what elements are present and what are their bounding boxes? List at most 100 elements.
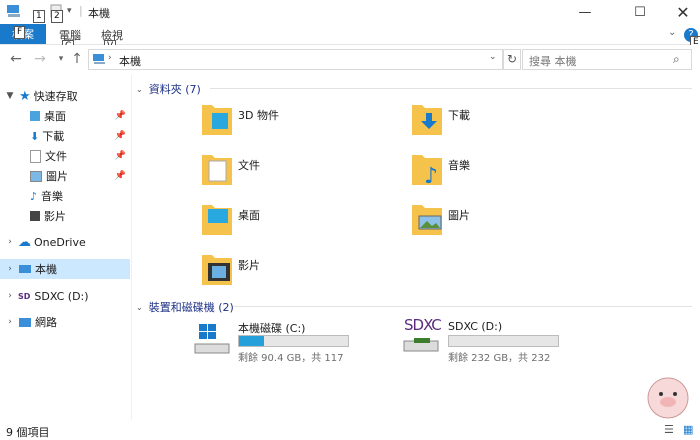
this-pc-icon [19,265,31,273]
nav-onedrive[interactable]: › ☁ OneDrive [0,232,130,252]
nav-quick-access[interactable]: ▼ ★ 快速存取 [0,86,130,106]
item-count: 9 個項目 [6,426,50,439]
folders-header-label: 資料夾 (7) [148,83,201,96]
drive-d[interactable]: SDXC SDXC (D:) 剩餘 232 GB，共 232 [402,316,562,364]
folder-download-icon [412,105,442,135]
status-bar: 9 個項目 ☰ ▦ [0,422,700,440]
folder-label: 桌面 [238,209,260,222]
windows-drive-icon [194,324,230,354]
drive-c-label: 本機磁碟 (C:) [238,322,306,335]
drive-d-usage-bar [448,335,559,347]
pin-icon[interactable]: 📌 [115,131,126,141]
nav-network[interactable]: › 網路 [0,312,130,332]
chevron-right-icon[interactable]: › [4,237,16,247]
nav-desktop[interactable]: 桌面 📌 [0,106,130,126]
large-icons-view-icon[interactable]: ▦ [683,423,693,436]
folder-label: 文件 [238,159,260,172]
chevron-right-icon[interactable]: › [4,264,16,274]
svg-text:♪: ♪ [424,164,438,187]
drive-d-free-space: 剩餘 232 GB，共 232 [448,353,551,364]
drive-c-usage-bar [238,335,349,347]
address-bar[interactable]: › 本機 ⌄ [88,49,503,70]
address-dropdown-icon[interactable]: ⌄ [489,52,497,62]
picture-icon [30,170,42,182]
folder-label: 下載 [448,109,470,122]
nav-quick-access-label: 快速存取 [33,90,78,103]
chevron-down-icon[interactable]: ▼ [4,91,16,101]
nav-videos-label: 影片 [44,210,66,223]
folder-3d-objects[interactable]: 3D 物件 [200,101,279,140]
folder-music[interactable]: ♪ 音樂 [410,151,470,190]
qat-dropdown-icon[interactable]: ▾ [67,6,72,16]
nav-downloads[interactable]: ⬇ 下載 📌 [0,126,130,146]
folder-downloads[interactable]: 下載 [410,101,470,140]
folder-desktop-icon [202,205,232,235]
nav-network-label: 網路 [35,316,57,329]
nav-this-pc-label: 本機 [35,263,57,276]
folder-pictures[interactable]: 圖片 [410,201,470,240]
nav-documents[interactable]: 文件 📌 [0,146,130,166]
drives-group-header[interactable]: ⌄ 裝置和磁碟機 (2) [136,299,234,315]
nav-desktop-label: 桌面 [44,110,66,123]
search-icon[interactable]: ⌕ [673,52,680,67]
pin-icon[interactable]: 📌 [115,171,126,181]
chevron-down-icon[interactable]: ⌄ [136,303,143,312]
network-icon [19,317,31,327]
group-divider [234,306,692,307]
folder-picture-icon [412,205,442,235]
title-bar: 1 2 ▾ | 本機 — ☐ ✕ [0,0,700,24]
drives-header-label: 裝置和磁碟機 (2) [148,301,234,314]
folder-3d-icon [202,105,232,135]
folder-video-icon [202,255,232,285]
folder-label: 圖片 [448,209,470,222]
nav-this-pc[interactable]: › 本機 [0,259,130,279]
folder-document-icon [202,155,232,185]
folder-label: 3D 物件 [238,109,279,122]
breadcrumb[interactable]: 本機 [119,53,141,69]
nav-pictures[interactable]: 圖片 📌 [0,166,130,186]
nav-sdxc[interactable]: › SD SDXC (D:) [0,286,130,306]
back-button[interactable]: ← [7,50,25,68]
pane-divider[interactable] [131,75,132,420]
nav-downloads-label: 下載 [42,130,65,143]
drive-c[interactable]: 本機磁碟 (C:) 剩餘 90.4 GB，共 117 [193,318,353,364]
desktop-icon [30,111,40,121]
details-view-icon[interactable]: ☰ [664,423,674,436]
search-input[interactable]: 搜尋 本機 [529,53,577,69]
pin-icon[interactable]: 📌 [115,111,126,121]
sdxc-logo-icon: SDXC [404,316,442,334]
drive-c-usage-fill [239,336,265,346]
sdxc-icon: SD [18,291,31,301]
folder-desktop[interactable]: 桌面 [200,201,260,240]
nav-music[interactable]: ♪ 音樂 [0,186,130,206]
chevron-down-icon[interactable]: ⌄ [136,85,143,94]
drive-d-label: SDXC (D:) [448,320,503,333]
chevron-right-icon[interactable]: › [4,317,16,327]
nav-videos[interactable]: 影片 [0,206,130,226]
nav-music-label: 音樂 [41,190,64,203]
ribbon-expand-icon[interactable]: ⌄ [668,27,676,38]
window-title: 本機 [88,7,110,20]
search-box[interactable]: 搜尋 本機 ⌕ [522,49,692,70]
group-divider [210,88,692,89]
music-icon: ♪ [30,189,38,203]
forward-button[interactable]: → [31,50,49,68]
pin-icon[interactable]: 📌 [115,151,126,161]
up-button[interactable]: ↑ [68,50,86,68]
nav-pictures-label: 圖片 [46,170,68,183]
cloud-icon: ☁ [18,234,31,250]
sd-drive-icon [403,338,439,352]
minimize-button[interactable]: — [562,0,608,24]
maximize-button[interactable]: ☐ [617,0,663,24]
folder-documents[interactable]: 文件 [200,151,260,190]
folders-group-header[interactable]: ⌄ 資料夾 (7) [136,81,201,97]
nav-sdxc-label: SDXC (D:) [34,289,89,303]
chevron-right-icon[interactable]: › [4,291,16,301]
pig-mascot-watermark-icon [647,377,689,419]
this-pc-icon[interactable] [6,4,22,18]
folder-videos[interactable]: 影片 [200,251,260,290]
close-button[interactable]: ✕ [660,0,700,24]
refresh-button[interactable]: ↻ [503,49,521,70]
breadcrumb-chevron-icon[interactable]: › [108,53,112,63]
folder-label: 影片 [238,259,260,272]
